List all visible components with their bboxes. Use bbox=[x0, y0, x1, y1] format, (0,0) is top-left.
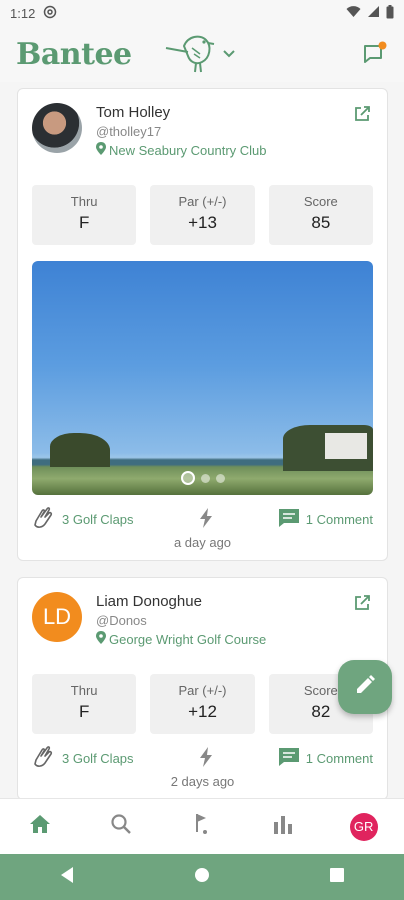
golf-flag-icon bbox=[191, 812, 213, 841]
stat-label: Score bbox=[303, 194, 338, 209]
stat-value: +12 bbox=[188, 702, 217, 721]
stat-value: F bbox=[78, 702, 90, 721]
boost-button[interactable] bbox=[199, 507, 213, 531]
pager-dot-active[interactable] bbox=[180, 471, 195, 485]
profile-avatar: GR bbox=[349, 812, 378, 841]
comments-label: 1 Comment bbox=[305, 511, 373, 527]
lightning-icon bbox=[199, 507, 213, 531]
lightning-icon bbox=[199, 746, 213, 770]
notification-dot bbox=[378, 41, 387, 50]
chevron-down-icon bbox=[222, 46, 236, 64]
golf-claps-button[interactable]: 3 Golf Claps bbox=[32, 506, 134, 532]
round-photo[interactable] bbox=[32, 261, 373, 495]
stat-label: Thru bbox=[70, 194, 98, 209]
stat-value: +13 bbox=[188, 213, 217, 232]
open-external-icon bbox=[353, 595, 371, 616]
location-pin-icon bbox=[96, 141, 106, 160]
stat-par: Par (+/-) +13 bbox=[150, 185, 255, 245]
pencil-icon bbox=[354, 674, 376, 701]
card-header: LD Liam Donoghue @Donos George Wright Go… bbox=[32, 592, 373, 650]
user-info: Tom Holley @tholley17 New Seabury Countr… bbox=[96, 103, 267, 160]
photo-house bbox=[325, 433, 367, 459]
bird-icon bbox=[162, 30, 218, 79]
stat-value: 85 bbox=[311, 213, 331, 232]
user-handle: @tholley17 bbox=[96, 124, 162, 139]
stat-label: Thru bbox=[70, 683, 98, 698]
home-icon bbox=[29, 814, 51, 839]
back-icon[interactable] bbox=[59, 866, 75, 889]
stat-par: Par (+/-) +12 bbox=[150, 674, 255, 734]
avatar[interactable]: LD bbox=[32, 592, 82, 642]
feed-list[interactable]: Tom Holley @tholley17 New Seabury Countr… bbox=[17, 88, 388, 872]
search-icon bbox=[110, 813, 132, 840]
system-nav-bar bbox=[0, 854, 404, 900]
status-time: 1:12 bbox=[10, 5, 36, 21]
course-link[interactable]: George Wright Golf Course bbox=[96, 630, 266, 649]
pager-dot[interactable] bbox=[200, 473, 210, 483]
golf-claps-label: 3 Golf Claps bbox=[62, 750, 134, 766]
bottom-nav: GR bbox=[0, 798, 404, 854]
location-pin-icon bbox=[96, 630, 106, 649]
round-card[interactable]: LD Liam Donoghue @Donos George Wright Go… bbox=[17, 577, 388, 800]
wifi-icon bbox=[346, 5, 361, 21]
open-round-button[interactable] bbox=[353, 594, 371, 612]
comments-button[interactable]: 1 Comment bbox=[278, 747, 373, 770]
card-actions: 3 Golf Claps 1 Comment bbox=[32, 745, 373, 771]
stat-value: F bbox=[78, 213, 90, 232]
card-header: Tom Holley @tholley17 New Seabury Countr… bbox=[32, 103, 373, 161]
stat-label: Par (+/-) bbox=[178, 683, 227, 698]
user-name[interactable]: Tom Holley bbox=[96, 103, 267, 122]
photo-trees bbox=[50, 433, 110, 467]
messages-button[interactable] bbox=[362, 40, 388, 66]
signal-icon bbox=[367, 5, 380, 21]
app-screen: 1:12 Bantee Tom Holley @tholley17 New Se… bbox=[0, 0, 404, 900]
post-time: 2 days ago bbox=[170, 774, 235, 789]
app-header: Bantee bbox=[0, 26, 404, 82]
card-actions: 3 Golf Claps 1 Comment bbox=[32, 506, 373, 532]
at-sign-icon bbox=[43, 5, 57, 22]
bird-selector[interactable] bbox=[162, 30, 236, 79]
course-name: George Wright Golf Course bbox=[109, 632, 267, 647]
user-handle: @Donos bbox=[96, 613, 147, 628]
golf-claps-button[interactable]: 3 Golf Claps bbox=[32, 745, 134, 771]
recents-icon[interactable] bbox=[329, 867, 345, 888]
post-time: a day ago bbox=[173, 535, 232, 550]
nav-search[interactable] bbox=[101, 807, 141, 847]
chat-icon bbox=[362, 41, 388, 70]
nav-play-round[interactable] bbox=[182, 807, 222, 847]
stat-thru: Thru F bbox=[32, 674, 137, 734]
clap-icon bbox=[32, 506, 56, 532]
nav-profile[interactable]: GR bbox=[344, 807, 384, 847]
stat-label: Par (+/-) bbox=[178, 194, 227, 209]
bar-chart-icon bbox=[272, 814, 294, 839]
comment-icon bbox=[278, 508, 300, 531]
boost-button[interactable] bbox=[199, 746, 213, 770]
nav-stats[interactable] bbox=[263, 807, 303, 847]
user-info: Liam Donoghue @Donos George Wright Golf … bbox=[96, 592, 266, 649]
comments-label: 1 Comment bbox=[305, 750, 373, 766]
photo-pager[interactable] bbox=[180, 471, 225, 485]
round-card[interactable]: Tom Holley @tholley17 New Seabury Countr… bbox=[17, 88, 388, 561]
stat-thru: Thru F bbox=[32, 185, 137, 245]
pager-dot[interactable] bbox=[215, 473, 225, 483]
status-bar: 1:12 bbox=[0, 0, 404, 26]
open-round-button[interactable] bbox=[353, 105, 371, 123]
new-round-fab[interactable] bbox=[338, 660, 392, 714]
score-stats: Thru F Par (+/-) +13 Score 85 bbox=[32, 185, 373, 245]
comments-button[interactable]: 1 Comment bbox=[278, 508, 373, 531]
course-link[interactable]: New Seabury Country Club bbox=[96, 141, 267, 160]
battery-icon bbox=[386, 4, 394, 22]
open-external-icon bbox=[353, 106, 371, 127]
comment-icon bbox=[278, 747, 300, 770]
clap-icon bbox=[32, 745, 56, 771]
stat-score: Score 85 bbox=[268, 185, 373, 245]
score-stats: Thru F Par (+/-) +12 Score 82 bbox=[32, 674, 373, 734]
user-name[interactable]: Liam Donoghue bbox=[96, 592, 266, 611]
avatar[interactable] bbox=[32, 103, 82, 153]
golf-claps-label: 3 Golf Claps bbox=[62, 511, 134, 527]
course-name: New Seabury Country Club bbox=[109, 143, 267, 158]
home-circle-icon[interactable] bbox=[194, 867, 210, 888]
brand-logo: Bantee bbox=[16, 36, 132, 72]
nav-home[interactable] bbox=[20, 807, 60, 847]
